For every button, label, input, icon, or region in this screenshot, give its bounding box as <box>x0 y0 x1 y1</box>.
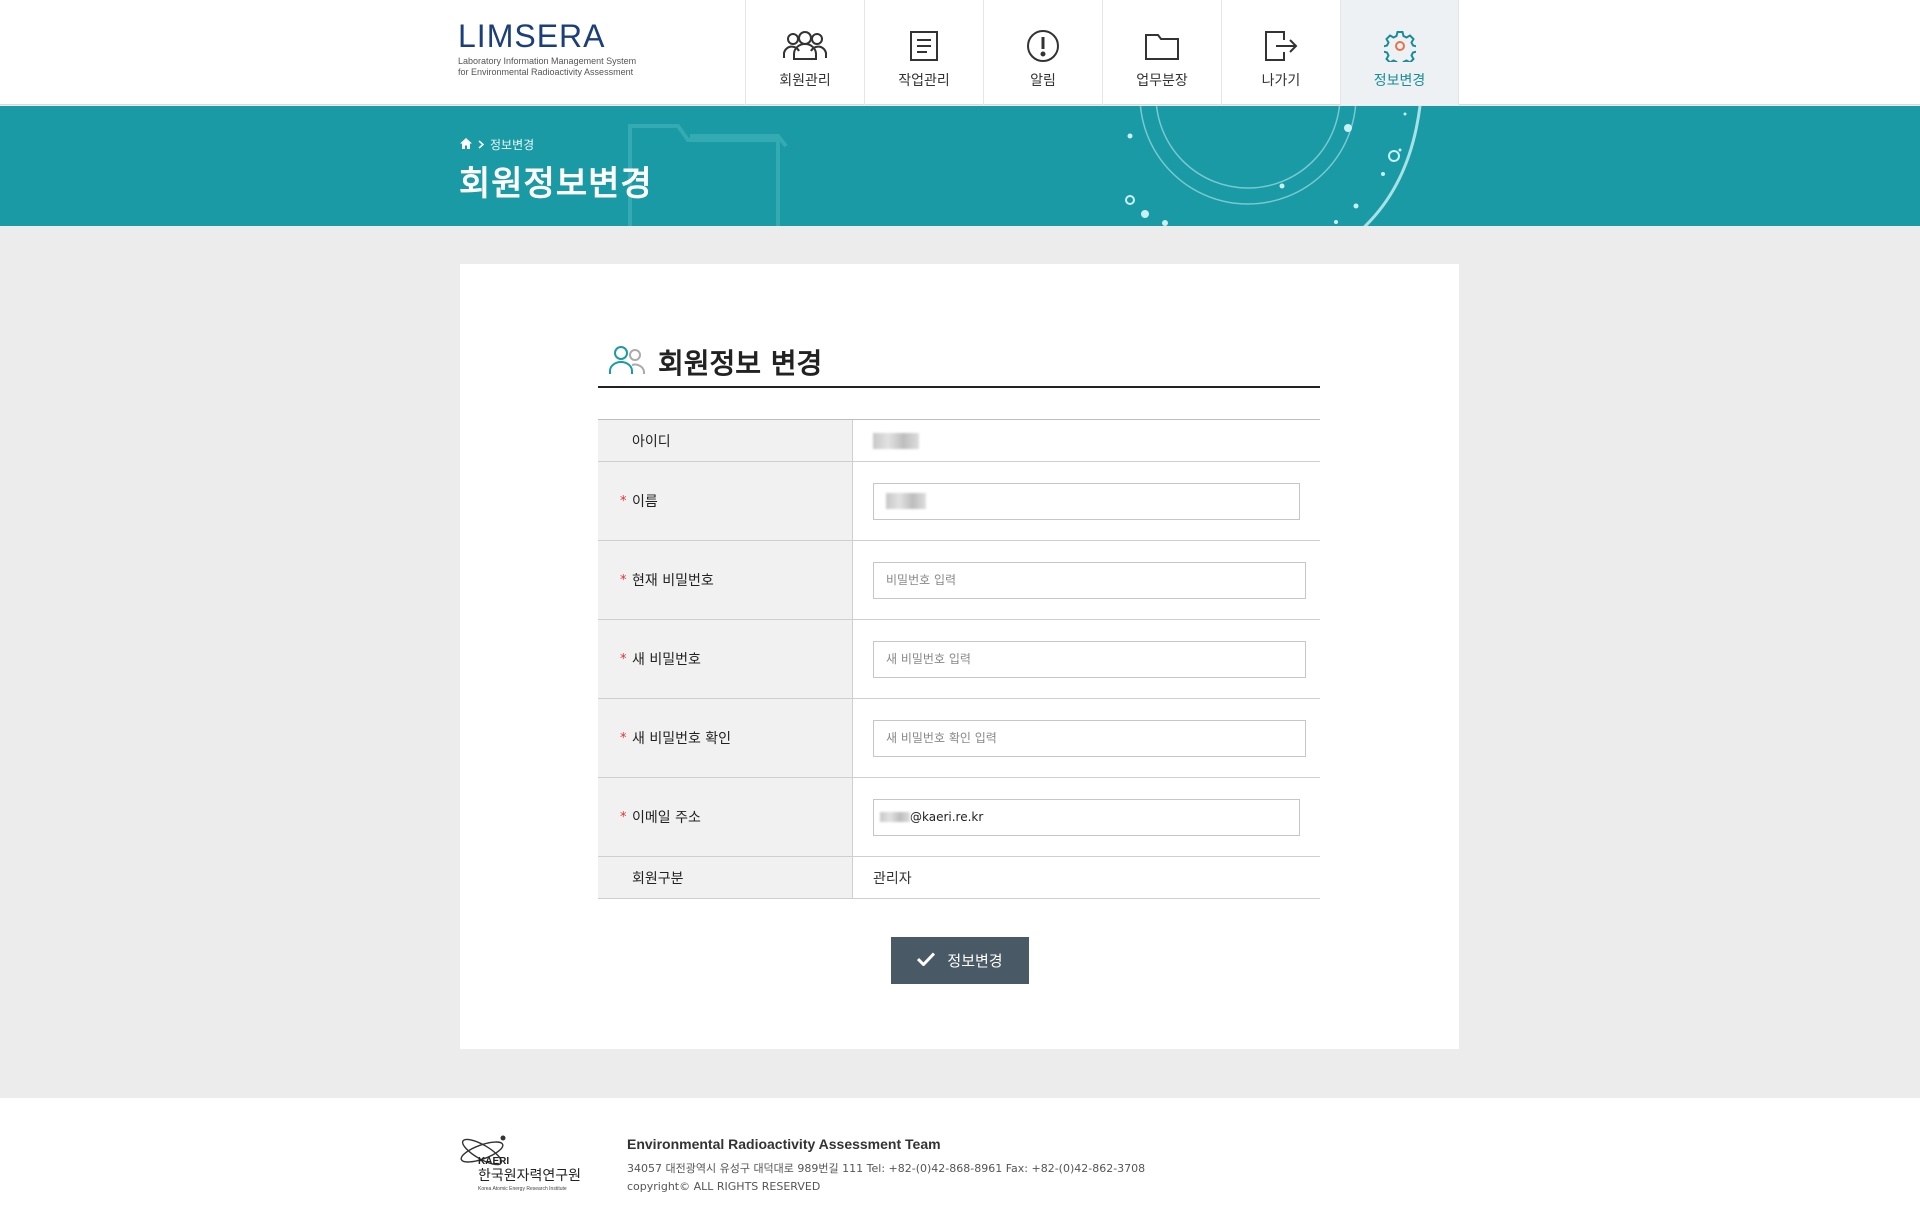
name-field[interactable] <box>873 482 1300 520</box>
breadcrumb-current: 정보변경 <box>490 138 535 152</box>
footer-logo-en: KAERI <box>478 1156 509 1167</box>
folder-icon <box>1139 28 1185 64</box>
update-info-button-label: 정보변경 <box>947 952 1003 970</box>
label-cell: 회원구분 <box>598 857 853 898</box>
new-password-label: 새 비밀번호 <box>632 652 701 668</box>
users-icon <box>782 28 828 64</box>
required-mark: * <box>620 493 627 509</box>
gear-icon <box>1377 28 1423 64</box>
row-member-type: 회원구분 관리자 <box>598 857 1320 899</box>
email-field[interactable]: @kaeri.re.kr <box>873 798 1300 836</box>
label-cell: * 이름 <box>598 462 853 540</box>
banner-decoration <box>628 106 1422 226</box>
nav-item-task-management[interactable]: 작업관리 <box>864 0 983 105</box>
required-mark: * <box>620 809 627 825</box>
logo[interactable]: LIMSERA Laboratory Information Managemen… <box>458 20 636 78</box>
nav-item-notifications[interactable]: 알림 <box>983 0 1102 105</box>
current-password-cell <box>853 541 1320 619</box>
section-header: 회원정보 변경 <box>598 338 1320 388</box>
logo-title: LIMSERA <box>458 18 606 54</box>
footer-logo-kr: 한국원자력연구원 <box>478 1168 581 1184</box>
member-info-table: 아이디 * 이름 * 현재 비밀번호 * 새 비밀번호 * 새 비밀번호 확인 … <box>598 419 1320 899</box>
nav-label: 작업관리 <box>898 73 950 89</box>
member-type-cell: 관리자 <box>853 857 1320 898</box>
member-type-label: 회원구분 <box>632 870 684 887</box>
section-title: 회원정보 변경 <box>658 347 823 380</box>
footer-info: Environmental Radioactivity Assessment T… <box>627 1136 1145 1193</box>
footer-team: Environmental Radioactivity Assessment T… <box>627 1136 941 1152</box>
row-email: * 이메일 주소 @kaeri.re.kr <box>598 778 1320 857</box>
nav-item-logout[interactable]: 나가기 <box>1221 0 1340 105</box>
logo-subtitle-2: for Environmental Radioactivity Assessme… <box>458 67 634 77</box>
nav-label: 정보변경 <box>1373 73 1426 89</box>
name-value-cell <box>853 462 1320 540</box>
nav-item-member-management[interactable]: 회원관리 <box>745 0 864 105</box>
nav-item-settings[interactable]: 정보변경 <box>1340 0 1459 105</box>
logo-subtitle-1: Laboratory Information Management System <box>458 56 637 66</box>
row-new-password-confirm: * 새 비밀번호 확인 <box>598 699 1320 778</box>
row-name: * 이름 <box>598 462 1320 541</box>
update-info-button[interactable]: 정보변경 <box>891 937 1029 984</box>
document-icon <box>901 28 947 64</box>
id-label: 아이디 <box>632 433 671 450</box>
footer-address: 34057 대전광역시 유성구 대덕대로 989번길 111 Tel: +82-… <box>627 1162 1146 1175</box>
nav-label: 회원관리 <box>779 73 831 89</box>
kaeri-logo: KAERI 한국원자력연구원 Korea Atomic Energy Resea… <box>458 1130 588 1194</box>
home-icon[interactable] <box>460 137 472 152</box>
chevron-right-icon <box>478 138 485 152</box>
current-password-field[interactable] <box>873 561 1306 599</box>
footer: KAERI 한국원자력연구원 Korea Atomic Energy Resea… <box>0 1098 1920 1221</box>
new-password-confirm-label: 새 비밀번호 확인 <box>632 731 732 747</box>
label-cell: * 현재 비밀번호 <box>598 541 853 619</box>
email-local-redacted <box>880 812 910 822</box>
required-mark: * <box>620 651 627 667</box>
new-password-field[interactable] <box>873 640 1306 678</box>
email-cell: @kaeri.re.kr <box>853 778 1320 856</box>
name-value-redacted <box>886 493 926 509</box>
breadcrumb: 정보변경 <box>460 136 534 153</box>
nav-label: 업무분장 <box>1136 73 1188 89</box>
current-password-label: 현재 비밀번호 <box>632 573 714 589</box>
row-current-password: * 현재 비밀번호 <box>598 541 1320 620</box>
user-profile-icon <box>608 344 646 380</box>
main-nav: 회원관리 작업관리 알림 업무분장 나가기 정보변경 <box>745 0 1459 105</box>
nav-label: 알림 <box>1030 73 1056 89</box>
row-id: 아이디 <box>598 420 1320 462</box>
header: LIMSERA Laboratory Information Managemen… <box>0 0 1920 105</box>
new-password-confirm-field[interactable] <box>873 719 1306 757</box>
required-mark: * <box>620 730 627 746</box>
footer-logo-sub: Korea Atomic Energy Research Institute <box>478 1186 567 1192</box>
new-password-confirm-cell <box>853 699 1320 777</box>
footer-copyright: copyright© ALL RIGHTS RESERVED <box>627 1180 821 1193</box>
page-title: 회원정보변경 <box>459 164 653 204</box>
check-icon <box>917 951 936 970</box>
page-banner: 정보변경 회원정보변경 <box>0 106 1920 226</box>
nav-item-work-assignment[interactable]: 업무분장 <box>1102 0 1221 105</box>
email-label: 이메일 주소 <box>632 810 701 826</box>
required-mark: * <box>620 572 627 588</box>
new-password-cell <box>853 620 1320 698</box>
row-new-password: * 새 비밀번호 <box>598 620 1320 699</box>
logout-icon <box>1258 28 1304 64</box>
button-area: 정보변경 <box>891 937 1029 984</box>
alert-icon <box>1020 28 1066 64</box>
label-cell: 아이디 <box>598 420 853 461</box>
id-value-cell <box>853 420 1320 461</box>
id-value-redacted <box>873 432 919 449</box>
email-domain: @kaeri.re.kr <box>910 810 984 824</box>
member-info-card: 회원정보 변경 아이디 * 이름 * 현재 비밀번호 * 새 비밀번호 * 새 … <box>460 264 1459 1049</box>
label-cell: * 새 비밀번호 <box>598 620 853 698</box>
name-label: 이름 <box>632 494 658 510</box>
nav-label: 나가기 <box>1261 73 1301 89</box>
label-cell: * 새 비밀번호 확인 <box>598 699 853 777</box>
member-type-value: 관리자 <box>873 870 912 887</box>
label-cell: * 이메일 주소 <box>598 778 853 856</box>
